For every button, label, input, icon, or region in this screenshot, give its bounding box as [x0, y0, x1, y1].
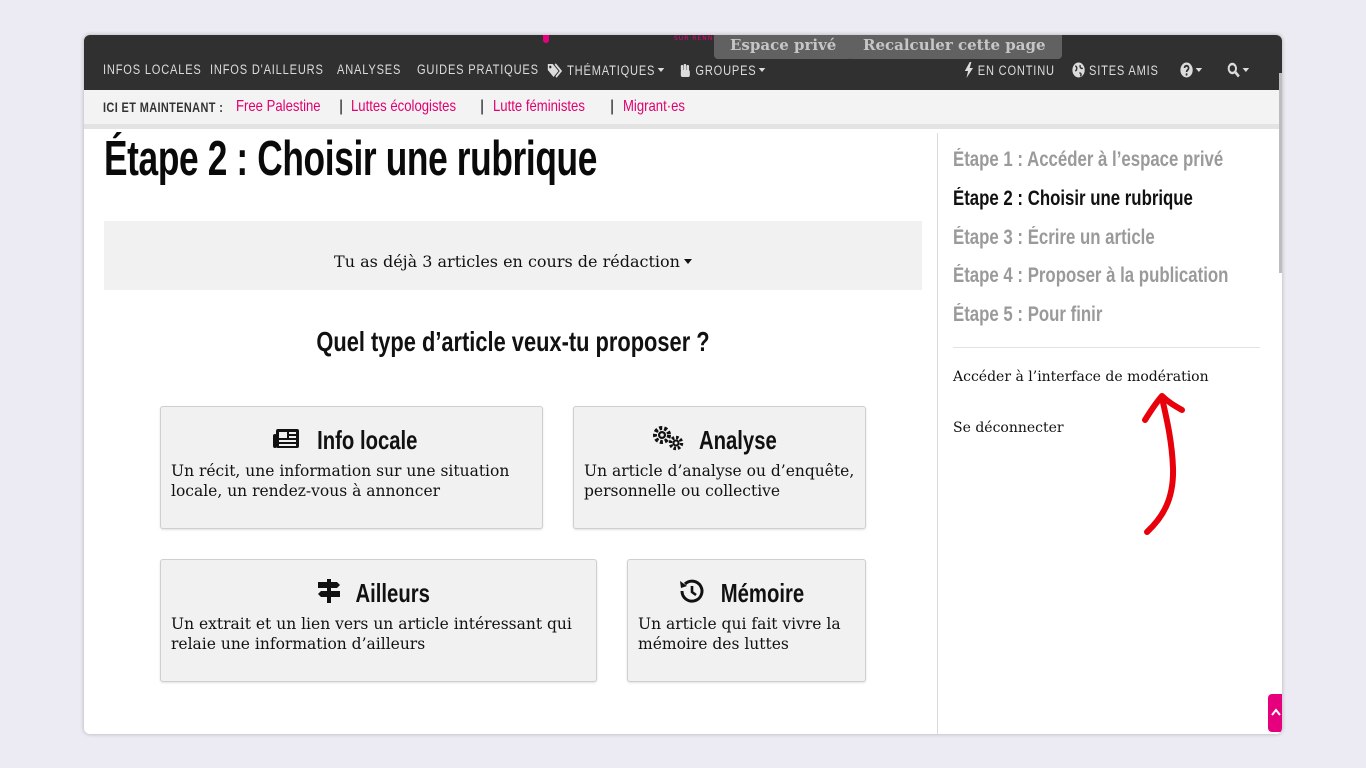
main-content: Étape 2 : Choisir une rubrique Tu as déj…: [89, 132, 937, 734]
nav-label: THÉMATIQUES: [567, 63, 656, 78]
chevron-down-icon: [1242, 68, 1250, 72]
private-space-button[interactable]: Espace privé: [714, 35, 853, 59]
card-description: Un article d’analyse ou d’enquête, perso…: [584, 462, 855, 500]
chevron-up-icon: [1271, 708, 1281, 716]
search-menu[interactable]: [1227, 62, 1250, 78]
main-navbar: SUR RENNES ET AILLEURS Espace privé Reca…: [84, 35, 1282, 90]
step-link-1[interactable]: Étape 1 : Accéder à l’espace privé: [953, 148, 1223, 172]
divider: [953, 347, 1260, 348]
nav-label: GUIDES PRATIQUES: [417, 62, 539, 77]
step-link-5[interactable]: Étape 5 : Pour finir: [953, 303, 1102, 327]
nav-label: INFOS LOCALES: [103, 62, 202, 77]
logo-mark: [543, 35, 549, 43]
nav-label: ANALYSES: [337, 62, 402, 77]
help-menu[interactable]: [1180, 62, 1203, 78]
card-title-row: Info locale: [161, 425, 542, 456]
nav-item-infos-ailleurs[interactable]: INFOS D'AILLEURS: [210, 62, 324, 78]
card-description: Un récit, une information sur une situat…: [171, 462, 510, 500]
step-link-4[interactable]: Étape 4 : Proposer à la publication: [953, 264, 1228, 288]
browser-window: SUR RENNES ET AILLEURS Espace privé Reca…: [84, 35, 1282, 734]
page-title: Étape 2 : Choisir une rubrique: [104, 132, 597, 186]
moderation-interface-link[interactable]: Accéder à l’interface de modération: [953, 369, 1209, 385]
history-icon: [680, 579, 704, 603]
newspaper-icon: [272, 429, 299, 448]
drafts-label: Tu as déjà 3 articles en cours de rédact…: [334, 252, 680, 271]
fist-icon: [680, 64, 690, 77]
card-title: Ailleurs: [355, 578, 431, 608]
gears-icon: [653, 426, 684, 451]
chevron-down-icon: [758, 68, 766, 72]
globe-icon: [1072, 62, 1085, 78]
drafts-dropdown[interactable]: Tu as déjà 3 articles en cours de rédact…: [104, 221, 922, 290]
nav-item-infos-locales[interactable]: INFOS LOCALES: [103, 62, 202, 78]
step-link-3[interactable]: Étape 3 : Écrire un article: [953, 226, 1155, 250]
card-title: Analyse: [699, 425, 778, 455]
separator: |: [480, 98, 485, 115]
drafts-toggle[interactable]: Tu as déjà 3 articles en cours de rédact…: [104, 252, 922, 271]
nav-label: SITES AMIS: [1089, 63, 1159, 78]
nav-item-en-continu[interactable]: EN CONTINU: [964, 62, 1055, 78]
nav-item-analyses[interactable]: ANALYSES: [337, 62, 401, 78]
ici-et-maintenant-bar: ICI ET MAINTENANT : Free Palestine | Lut…: [84, 90, 1282, 129]
question-circle-icon: [1180, 62, 1193, 78]
card-info-locale[interactable]: Info locale Un récit, une information su…: [160, 406, 543, 529]
scrollbar-thumb[interactable]: [1279, 73, 1282, 273]
subnav-link-lutte-feministes[interactable]: Lutte féministes: [493, 98, 585, 116]
card-description: Un article qui fait vivre la mémoire des…: [638, 615, 841, 653]
search-icon: [1227, 62, 1240, 78]
section-question: Quel type d’article veux-tu proposer ?: [316, 326, 710, 357]
nav-item-guides-pratiques[interactable]: GUIDES PRATIQUES: [417, 62, 539, 78]
logout-link[interactable]: Se déconnecter: [953, 420, 1064, 436]
subnav-link-free-palestine[interactable]: Free Palestine: [236, 98, 321, 116]
bolt-icon: [964, 62, 974, 78]
card-analyse[interactable]: Analyse Un article d’analyse ou d’enquêt…: [573, 406, 866, 529]
subnav-link-luttes-ecologistes[interactable]: Luttes écologistes: [351, 98, 456, 116]
separator: |: [339, 98, 344, 115]
tags-icon: [547, 63, 563, 78]
nav-label: INFOS D'AILLEURS: [210, 62, 324, 77]
chevron-down-icon: [1195, 68, 1203, 72]
red-arrow-annotation: [1142, 393, 1185, 535]
signpost-icon: [318, 579, 341, 603]
nav-item-sites-amis[interactable]: SITES AMIS: [1072, 62, 1159, 78]
nav-label: GROUPES: [695, 63, 757, 78]
nav-item-thematiques[interactable]: THÉMATIQUES: [547, 62, 665, 78]
card-title: Mémoire: [720, 578, 804, 608]
card-description: Un extrait et un lien vers un article in…: [171, 615, 572, 653]
recalculate-page-button[interactable]: Recalculer cette page: [847, 35, 1062, 59]
separator: |: [610, 98, 615, 115]
card-title: Info locale: [316, 425, 418, 455]
step-link-2[interactable]: Étape 2 : Choisir une rubrique: [953, 187, 1193, 211]
steps-sidebar: Étape 1 : Accéder à l’espace privé Étape…: [937, 133, 1282, 734]
caret-down-icon: [683, 259, 692, 264]
card-title-row: Analyse: [574, 425, 865, 456]
subnav-label: ICI ET MAINTENANT :: [103, 99, 224, 115]
subnav-link-migrantes[interactable]: Migrant·es: [623, 98, 685, 116]
card-title-row: Ailleurs: [161, 578, 596, 609]
card-ailleurs[interactable]: Ailleurs Un extrait et un lien vers un a…: [160, 559, 597, 682]
card-memoire[interactable]: Mémoire Un article qui fait vivre la mém…: [627, 559, 866, 682]
nav-label: EN CONTINU: [977, 63, 1055, 78]
card-title-row: Mémoire: [628, 578, 865, 609]
chevron-down-icon: [657, 68, 665, 72]
scroll-to-top-button[interactable]: [1268, 694, 1282, 732]
nav-item-groupes[interactable]: GROUPES: [680, 62, 766, 78]
